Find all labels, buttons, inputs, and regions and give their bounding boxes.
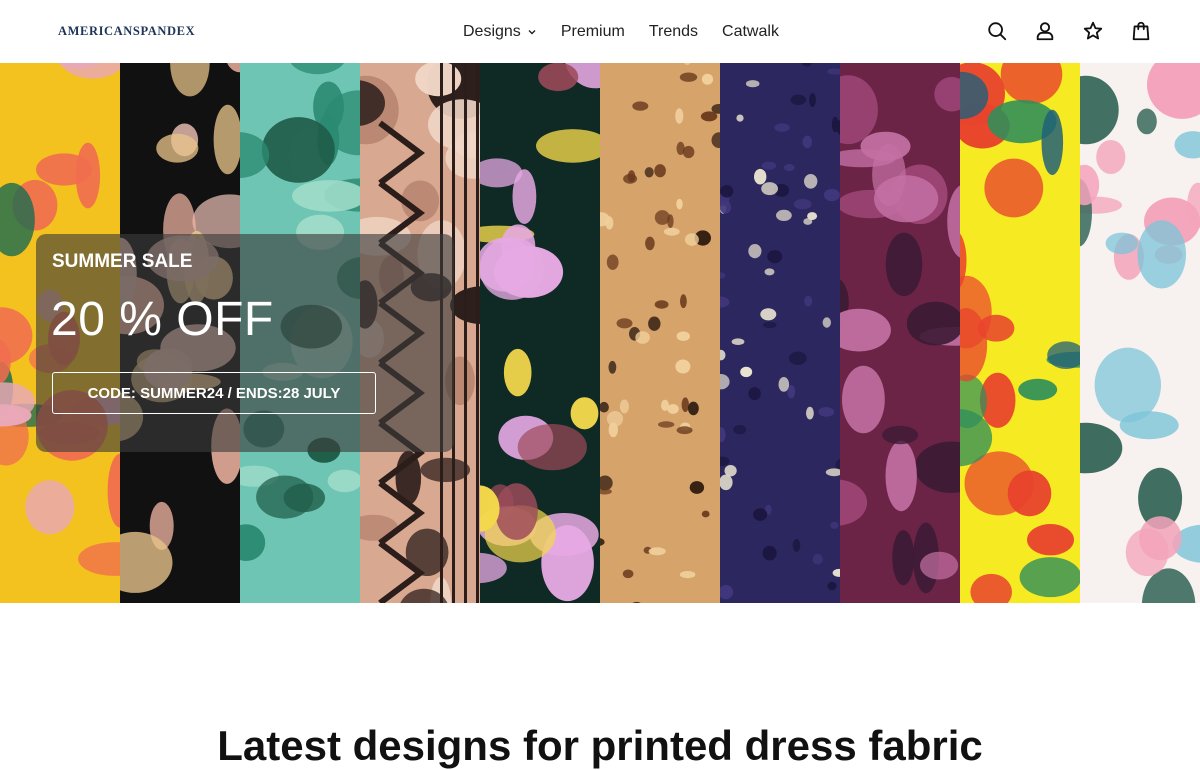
nav-item-designs[interactable]: Designs bbox=[463, 23, 537, 41]
promo-code-button[interactable]: CODE: SUMMER24 / ENDS:28 JULY bbox=[52, 372, 376, 414]
chevron-down-icon bbox=[527, 27, 537, 37]
fabric-strip-floral-dark bbox=[480, 63, 600, 603]
section-heading: Latest designs for printed dress fabric bbox=[0, 722, 1200, 770]
hero-banner[interactable]: SUMMER SALE 20 % OFF CODE: SUMMER24 / EN… bbox=[0, 63, 1200, 603]
fabric-strip-purple-camo bbox=[840, 63, 960, 603]
main-navigation: Designs Premium Trends Catwalk bbox=[463, 0, 779, 63]
promo-headline: 20 % OFF bbox=[51, 292, 274, 347]
promo-eyebrow: SUMMER SALE bbox=[52, 251, 192, 273]
cart-bag-icon[interactable] bbox=[1130, 20, 1152, 42]
fabric-strip-leopard bbox=[600, 63, 720, 603]
nav-item-label: Trends bbox=[649, 23, 698, 41]
search-icon[interactable] bbox=[986, 20, 1008, 42]
fabric-strip-watercolor-floral bbox=[1080, 63, 1200, 603]
fabric-strip-dotted-indigo bbox=[720, 63, 840, 603]
header-icon-group bbox=[986, 20, 1152, 42]
account-icon[interactable] bbox=[1034, 20, 1056, 42]
brand-logo[interactable]: AMERICANSPANDEX bbox=[58, 24, 195, 39]
nav-item-label: Premium bbox=[561, 23, 625, 41]
nav-item-trends[interactable]: Trends bbox=[649, 23, 698, 41]
nav-item-label: Designs bbox=[463, 23, 521, 41]
fabric-strip-yellow-tropical bbox=[960, 63, 1080, 603]
wishlist-star-icon[interactable] bbox=[1082, 20, 1104, 42]
nav-item-label: Catwalk bbox=[722, 23, 779, 41]
nav-item-premium[interactable]: Premium bbox=[561, 23, 625, 41]
promo-card: SUMMER SALE 20 % OFF CODE: SUMMER24 / EN… bbox=[36, 234, 454, 452]
nav-item-catwalk[interactable]: Catwalk bbox=[722, 23, 779, 41]
site-header: AMERICANSPANDEX Designs Premium Trends C… bbox=[0, 0, 1200, 63]
